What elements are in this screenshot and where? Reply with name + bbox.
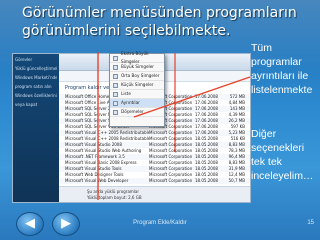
view-menu-label: Liste — [121, 91, 131, 96]
row-date: 18.05.2008 — [195, 178, 218, 183]
view-icon — [113, 82, 118, 88]
view-icon — [113, 100, 118, 106]
next-slide-button[interactable]: ▶ — [52, 212, 80, 236]
note-other-line: Diğer — [251, 128, 277, 140]
previous-slide-button[interactable]: ◀ — [16, 212, 44, 236]
screenshot-status-bar: Şu anda yüklü programlar Yüklü toplam bo… — [59, 186, 250, 202]
arrow-right-icon: ▶ — [61, 216, 71, 231]
screenshot-task-pane: Görevler Yüklü güncelleştirmeleri Window… — [13, 54, 59, 202]
view-menu-label: Büyük Simgeler — [121, 64, 155, 69]
slide-footer-text: Program Ekle/Kaldır — [133, 220, 187, 226]
status-line-2: Yüklü toplam boyut: 2,6 GB — [87, 195, 142, 200]
view-menu[interactable]: Ekstra Büyük Simgeler Büyük Simgeler Orta … — [109, 51, 165, 127]
slide-title-line-2: görünümlerini seçilebilmekte. — [22, 23, 231, 39]
view-menu-label: Küçük Simgeler — [121, 82, 154, 87]
note-details-line: Tüm — [251, 42, 272, 54]
view-menu-item[interactable]: Orta Boy Simgeler — [110, 72, 164, 81]
note-other-line: seçenekleri — [251, 142, 305, 154]
note-details-line: listelenmekte — [251, 84, 313, 96]
view-icon — [113, 55, 118, 61]
view-menu-item[interactable]: Ekstra Büyük Simgeler — [110, 51, 164, 64]
view-menu-item[interactable]: Döşemeler — [110, 108, 164, 117]
note-details-line: programlar — [251, 56, 302, 68]
task-pane-item: Windows özelliklerini aç — [15, 93, 57, 98]
slide-page-number: 15 — [307, 220, 314, 226]
note-details-line: ayrıntıları ile — [251, 70, 309, 82]
slide-title-line-1: Görünümler menüsünden programların — [22, 5, 297, 21]
view-menu-item[interactable]: Liste — [110, 90, 164, 99]
view-icon — [113, 109, 118, 115]
view-icon — [113, 73, 118, 79]
view-menu-label: Döşemeler — [121, 109, 144, 114]
note-other-line: tek tek — [251, 156, 282, 168]
view-icon — [113, 64, 118, 70]
row-size: 50,7 MB — [228, 178, 245, 183]
view-menu-label: Orta Boy Simgeler — [121, 73, 160, 78]
row-publisher: Microsoft Corporation — [149, 178, 193, 183]
task-pane-item: Yüklü güncelleştirmeleri — [15, 66, 57, 71]
task-pane-item: Windows Marketi'nden yeni — [15, 75, 57, 80]
table-row[interactable]: Microsoft Visual Web Developer Microsoft … — [59, 178, 250, 184]
task-pane-item: Görevler — [15, 57, 33, 62]
note-details: Tüm programlar ayrıntıları ile listelenm… — [251, 41, 320, 97]
task-pane-item: veya kapat — [15, 102, 38, 107]
slide-title: Görünümler menüsünden programların görün… — [22, 4, 307, 40]
view-icon — [113, 91, 118, 97]
arrow-left-icon: ◀ — [25, 216, 35, 231]
view-menu-label: Ayrıntılar — [121, 100, 140, 105]
view-menu-item[interactable]: Küçük Simgeler — [110, 81, 164, 90]
row-name: Microsoft Visual Web Developer — [65, 178, 129, 183]
view-menu-item[interactable]: Ayrıntılar — [110, 99, 164, 108]
task-pane-item: program satın alın — [15, 84, 52, 89]
note-other-line: inceleyelim… — [251, 170, 314, 182]
note-other-options: Diğer seçenekleri tek tek inceleyelim… — [251, 127, 320, 183]
